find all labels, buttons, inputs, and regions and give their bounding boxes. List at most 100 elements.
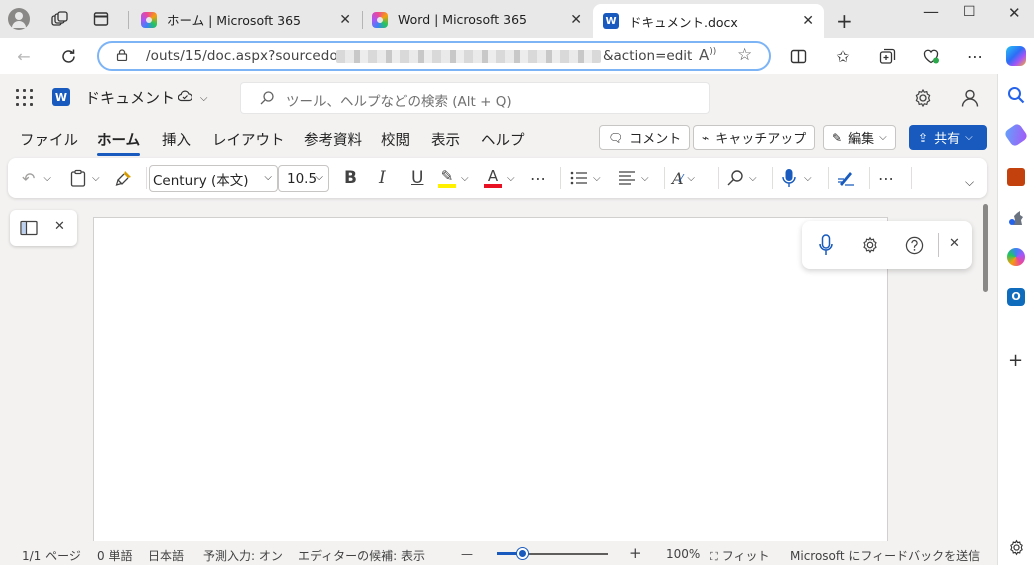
dictation-settings-icon[interactable] bbox=[861, 236, 879, 254]
underline-button[interactable]: U bbox=[411, 167, 423, 189]
edit-mode-button[interactable]: ✎ 編集 ⌵ bbox=[823, 125, 896, 150]
tab-home[interactable]: ホーム bbox=[97, 129, 141, 156]
browser-tab-word[interactable]: Word | Microsoft 365 ✕ bbox=[362, 5, 592, 34]
search-icon[interactable] bbox=[1007, 86, 1025, 104]
dictation-toolbar: ✕ bbox=[802, 221, 972, 269]
back-icon[interactable]: ← bbox=[14, 46, 34, 66]
shopping-tag-icon[interactable] bbox=[1003, 122, 1029, 148]
share-button[interactable]: ⇪ 共有 ⌵ bbox=[909, 125, 987, 150]
tab-help[interactable]: ヘルプ bbox=[481, 129, 525, 150]
catchup-button[interactable]: ⌁ キャッチアップ bbox=[693, 125, 816, 150]
tab-title: ドキュメント.docx bbox=[629, 14, 738, 30]
more-options-icon[interactable]: ⋯ bbox=[878, 167, 894, 189]
save-status-icon[interactable]: ⌵ bbox=[177, 90, 207, 104]
lock-icon[interactable] bbox=[116, 49, 128, 61]
font-color-button[interactable]: A ⌵ bbox=[484, 167, 515, 189]
tab-actions-icon[interactable] bbox=[92, 10, 110, 28]
close-icon[interactable]: ✕ bbox=[570, 12, 582, 28]
word-header: W ドキュメント ⌵ ツール、ヘルプなどの検索 (Alt + Q) bbox=[0, 74, 997, 120]
close-icon[interactable]: ✕ bbox=[949, 236, 960, 251]
editor-suggestions-status[interactable]: エディターの候補: 表示 bbox=[298, 547, 425, 564]
font-name-select[interactable]: Century (本文) ⌵ bbox=[149, 165, 278, 192]
tab-insert[interactable]: 挿入 bbox=[162, 129, 191, 150]
text-prediction-status[interactable]: 予測入力: オン bbox=[203, 547, 283, 564]
tab-references[interactable]: 参考資料 bbox=[304, 129, 362, 150]
search-input[interactable]: ツール、ヘルプなどの検索 (Alt + Q) bbox=[240, 82, 710, 114]
minimize-icon[interactable]: — bbox=[923, 2, 939, 21]
chevron-down-icon: ⌵ bbox=[965, 132, 973, 143]
page-count[interactable]: 1/1 ページ bbox=[22, 547, 81, 564]
close-icon[interactable]: ✕ bbox=[54, 219, 65, 234]
fit-label: フィット bbox=[721, 549, 770, 563]
document-canvas[interactable] bbox=[93, 217, 888, 547]
comment-icon: 🗨 bbox=[608, 130, 624, 145]
add-sidebar-app-icon[interactable]: + bbox=[1008, 350, 1023, 371]
word-app: W ドキュメント ⌵ ツール、ヘルプなどの検索 (Alt + Q) ファイル ホ… bbox=[0, 74, 997, 565]
tab-view[interactable]: 表示 bbox=[431, 129, 460, 150]
workspaces-icon[interactable] bbox=[50, 10, 68, 28]
outlook-icon[interactable]: O bbox=[1007, 288, 1025, 306]
navigation-pane-icon[interactable] bbox=[20, 220, 38, 236]
bullets-icon[interactable]: ⌵ bbox=[570, 167, 601, 189]
app-launcher-icon[interactable] bbox=[16, 89, 33, 106]
collections-icon[interactable] bbox=[877, 46, 897, 66]
zoom-slider-thumb[interactable] bbox=[517, 548, 528, 559]
games-icon[interactable] bbox=[1007, 208, 1025, 226]
expand-ribbon-icon[interactable]: ⌵ bbox=[965, 171, 974, 193]
close-icon[interactable]: ✕ bbox=[802, 13, 814, 29]
browser-essentials-icon[interactable] bbox=[921, 46, 941, 66]
help-icon[interactable] bbox=[905, 236, 924, 255]
settings-more-icon[interactable]: ⋯ bbox=[965, 46, 985, 66]
copilot-icon[interactable] bbox=[1006, 46, 1026, 66]
vertical-scrollbar[interactable] bbox=[983, 204, 988, 292]
document-title[interactable]: ドキュメント bbox=[85, 87, 175, 108]
highlight-button[interactable]: ✎ ⌵ bbox=[438, 167, 469, 189]
align-icon[interactable]: ⌵ bbox=[618, 167, 649, 189]
tab-layout[interactable]: レイアウト bbox=[212, 129, 285, 150]
bold-button[interactable]: B bbox=[344, 167, 357, 189]
undo-icon[interactable]: ↶ ⌵ bbox=[22, 167, 51, 189]
close-window-icon[interactable]: ✕ bbox=[1008, 4, 1021, 22]
browser-tab-document[interactable]: W ドキュメント.docx ✕ bbox=[593, 4, 824, 38]
refresh-icon[interactable] bbox=[58, 46, 78, 66]
fit-button[interactable]: ⛶ フィット bbox=[710, 547, 769, 564]
profile-avatar-icon[interactable] bbox=[8, 8, 30, 30]
zoom-level[interactable]: 100% bbox=[666, 547, 700, 561]
m365-icon[interactable] bbox=[1007, 248, 1025, 266]
browser-tab-home[interactable]: ホーム | Microsoft 365 ✕ bbox=[131, 5, 361, 34]
tab-review[interactable]: 校閲 bbox=[381, 129, 410, 150]
gear-icon[interactable] bbox=[913, 88, 933, 108]
split-screen-icon[interactable] bbox=[788, 46, 808, 66]
navigation-pane-toggle: ✕ bbox=[10, 210, 77, 246]
favorite-star-icon[interactable]: ☆ bbox=[737, 45, 752, 65]
edit-label: 編集 bbox=[848, 132, 875, 147]
font-size-select[interactable]: 10.5 ⌵ bbox=[278, 165, 329, 192]
font-name-value: Century (本文) bbox=[153, 172, 249, 189]
word-logo-icon[interactable]: W bbox=[52, 88, 70, 106]
read-aloud-icon[interactable]: A)) bbox=[699, 46, 716, 64]
styles-icon[interactable]: A ⁄ ⌵ bbox=[672, 167, 695, 189]
more-font-options-icon[interactable]: ⋯ bbox=[530, 167, 546, 189]
address-bar[interactable]: /outs/15/doc.aspx?sourcedoc= &action=edi… bbox=[97, 41, 771, 71]
new-tab-icon[interactable]: + bbox=[836, 9, 853, 33]
italic-button[interactable]: I bbox=[379, 167, 386, 189]
tools-icon[interactable] bbox=[1007, 168, 1025, 186]
paste-icon[interactable]: ⌵ bbox=[70, 167, 100, 189]
comment-button[interactable]: 🗨 コメント bbox=[599, 125, 691, 150]
word-count[interactable]: 0 単語 bbox=[97, 547, 132, 564]
find-icon[interactable]: ⌵ bbox=[726, 167, 757, 189]
favorites-icon[interactable]: ✩ bbox=[833, 46, 853, 66]
zoom-in-button[interactable]: + bbox=[629, 544, 642, 562]
format-painter-icon[interactable] bbox=[115, 167, 133, 189]
language-status[interactable]: 日本語 bbox=[148, 547, 184, 564]
microphone-icon[interactable] bbox=[819, 234, 833, 256]
feedback-link[interactable]: Microsoft にフィードバックを送信 bbox=[790, 547, 980, 564]
sidebar-settings-icon[interactable] bbox=[1008, 539, 1025, 556]
maximize-icon[interactable]: ☐ bbox=[963, 4, 976, 20]
zoom-out-button[interactable]: — bbox=[461, 547, 473, 561]
close-icon[interactable]: ✕ bbox=[339, 12, 351, 28]
tab-file[interactable]: ファイル bbox=[20, 129, 78, 150]
account-icon[interactable] bbox=[960, 88, 980, 108]
dictate-icon[interactable]: ⌵ bbox=[782, 167, 812, 189]
editor-icon[interactable] bbox=[837, 167, 855, 189]
